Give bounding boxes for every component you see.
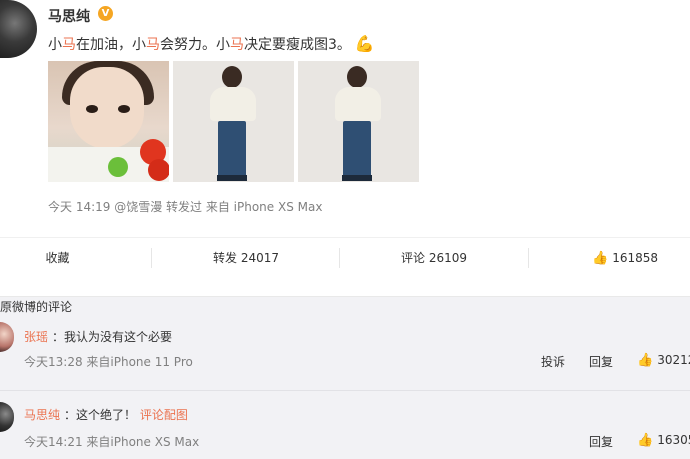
post-photo-2[interactable] <box>173 61 294 182</box>
thumbs-up-icon: 👍 <box>592 251 609 266</box>
post-text-highlight: 马 <box>62 37 76 53</box>
comment-divider <box>0 390 690 391</box>
post-text-highlight: 马 <box>230 37 244 53</box>
repost-button[interactable]: 转发 24017 <box>153 238 339 278</box>
thumbs-up-icon: 👍 <box>637 353 654 368</box>
action-divider <box>528 248 529 268</box>
post-text: 小马在加油，小马会努力。小马决定要瘦成图3。 💪 <box>48 34 375 54</box>
post-text-part: 会努力。小 <box>160 37 230 53</box>
comment-button[interactable]: 评论 26109 <box>341 238 527 278</box>
favorite-button[interactable]: 收藏 <box>0 238 115 278</box>
thumbs-up-icon: 👍 <box>637 433 654 448</box>
comment-text: ：我认为没有这个必要 <box>52 330 173 344</box>
post-meta: 今天 14:19 @饶雪漫 转发过 来自 iPhone XS Max <box>48 200 323 214</box>
reply-button[interactable]: 回复 <box>589 353 613 370</box>
comment-like-count: 30212 <box>657 353 690 367</box>
comment-time: 今天13:28 来自iPhone 11 Pro <box>24 355 193 369</box>
comment-user-name[interactable]: 张瑶 <box>24 328 48 345</box>
flexed-arm-emoji: 💪 <box>354 34 375 53</box>
comment-like-button[interactable]: 👍16305 <box>637 433 690 448</box>
author-avatar[interactable] <box>0 0 37 58</box>
comment-like-count: 16305 <box>657 433 690 447</box>
post-text-highlight: 马 <box>146 37 160 53</box>
comment-image-link[interactable]: 评论配图 <box>140 408 188 422</box>
report-button[interactable]: 投诉 <box>541 353 565 370</box>
post-photo-3[interactable] <box>298 61 419 182</box>
post-text-part: 小 <box>48 37 62 53</box>
comment-time: 今天14:21 来自iPhone XS Max <box>24 435 200 449</box>
post-photo-1[interactable] <box>48 61 169 182</box>
post-text-part: 在加油，小 <box>76 37 146 53</box>
comments-title: 原微博的评论 <box>0 300 73 314</box>
verified-v-icon: V <box>98 6 113 21</box>
comment-user-name[interactable]: 马思纯 <box>24 406 60 423</box>
reply-button[interactable]: 回复 <box>589 433 613 450</box>
post-text-part: 决定要瘦成图3。 <box>244 37 351 53</box>
action-divider <box>339 248 340 268</box>
author-name[interactable]: 马思纯 <box>48 6 90 26</box>
comment-text: ：这个绝了！ 评论配图 <box>64 408 188 422</box>
action-bar: 收藏 转发 24017 评论 26109 👍 161858 <box>0 237 690 278</box>
like-count: 161858 <box>612 251 658 265</box>
like-button[interactable]: 👍 161858 <box>560 238 690 278</box>
action-divider <box>151 248 152 268</box>
comment-like-button[interactable]: 👍30212 <box>637 353 690 368</box>
